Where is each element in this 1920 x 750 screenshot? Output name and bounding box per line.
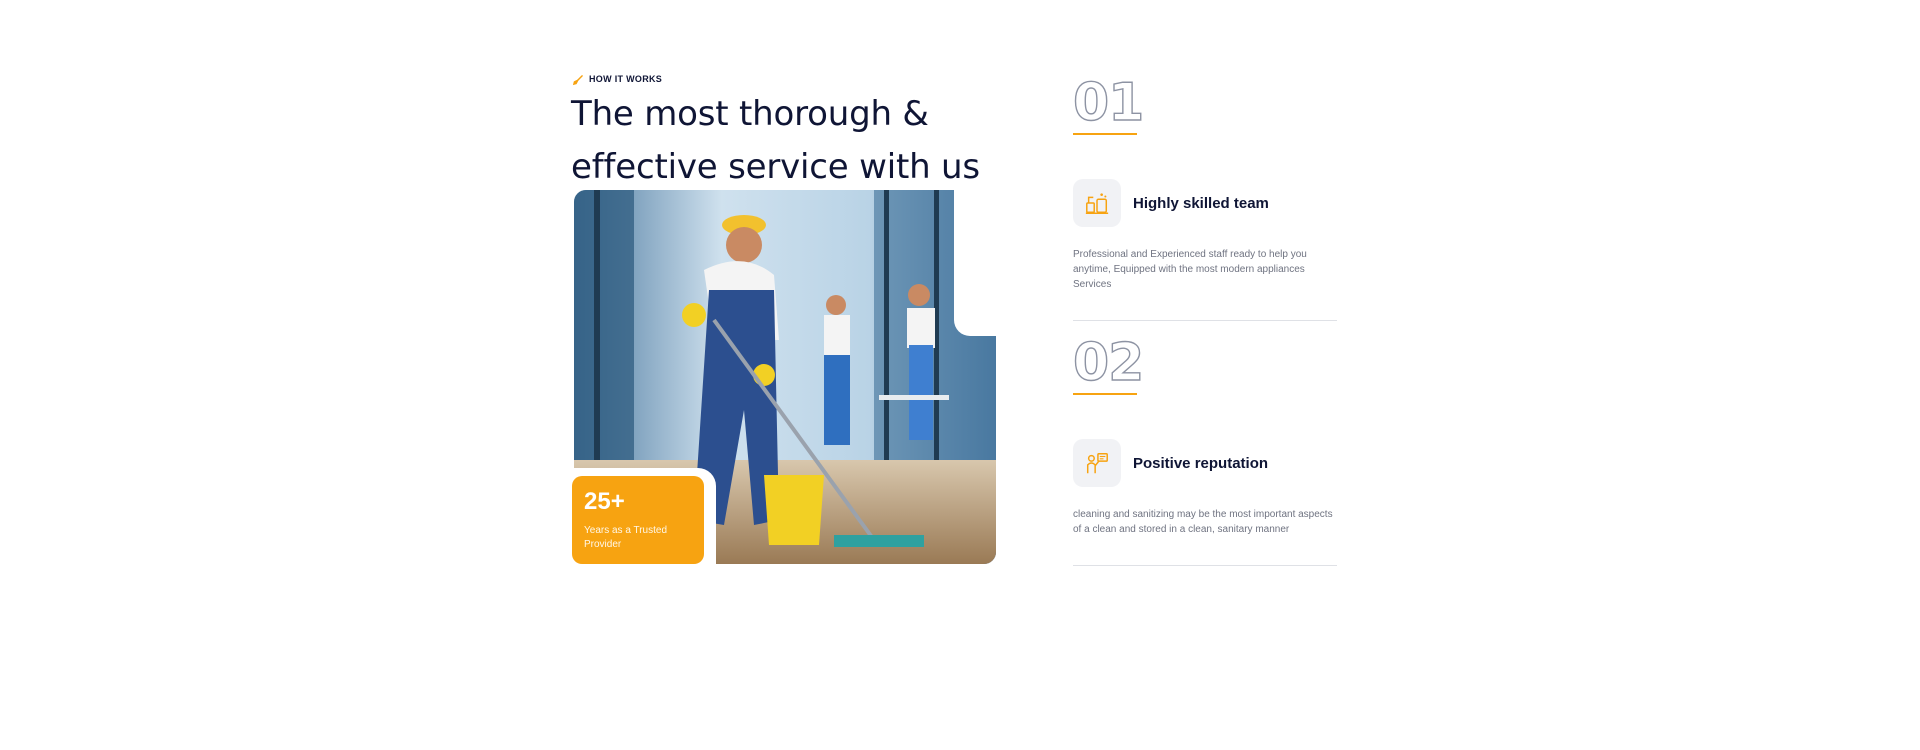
step-number: 02 xyxy=(1072,333,1145,393)
broom-icon xyxy=(572,73,583,86)
feature-description: Professional and Experienced staff ready… xyxy=(1073,249,1307,290)
divider xyxy=(1073,565,1337,566)
section-heading: The most thorough & effective service wi… xyxy=(571,88,991,194)
badge-number: 25+ xyxy=(584,488,625,515)
divider xyxy=(1073,320,1337,321)
feature-description: cleaning and sanitizing may be the most … xyxy=(1073,509,1333,535)
cleaning-supplies-icon xyxy=(1073,179,1121,227)
tagline-text: How It Works xyxy=(589,73,663,84)
section-tagline: How It Works xyxy=(572,73,663,86)
feature-row: Positive reputation xyxy=(1073,439,1339,487)
step-2: 02 Positive reputation cleaning and sani… xyxy=(1072,333,1339,566)
cleaner-with-sign-icon xyxy=(1073,439,1121,487)
step-1: 01 Highly skilled team Professional and … xyxy=(1072,73,1339,321)
feature-row: Highly skilled team xyxy=(1073,179,1339,227)
step-underline xyxy=(1073,393,1137,395)
heading-line-1: The most thorough & xyxy=(571,94,929,134)
badge-label: Years as a Trusted Provider xyxy=(584,525,668,550)
feature-title: Highly skilled team xyxy=(1133,194,1269,212)
heading-line-2: effective service with us xyxy=(571,147,980,187)
experience-badge: 25+ Years as a Trusted Provider xyxy=(572,476,704,564)
step-number: 01 xyxy=(1072,73,1145,133)
step-underline xyxy=(1073,133,1137,135)
feature-title: Positive reputation xyxy=(1133,454,1269,472)
